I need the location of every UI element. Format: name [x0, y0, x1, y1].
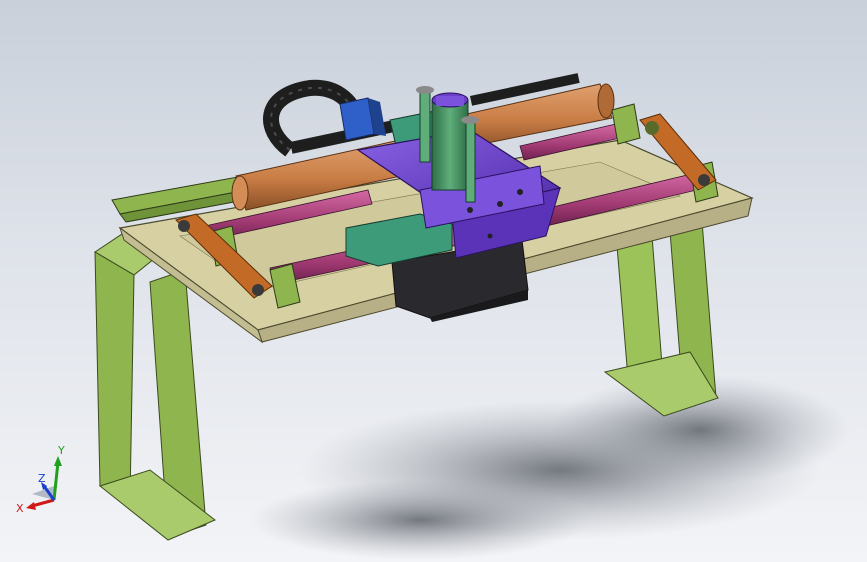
- chain-mount-bracket[interactable]: [339, 97, 386, 141]
- coordinate-triad: Y Z X: [16, 444, 65, 515]
- floor-shadow: [250, 375, 850, 560]
- x-axis-label: X: [16, 502, 24, 515]
- y-axis-label: Y: [57, 444, 65, 457]
- gantry-assembly-model[interactable]: [0, 0, 867, 562]
- y-axis-arrow: [52, 461, 60, 501]
- x-axis-arrow: [31, 498, 55, 508]
- cad-viewport[interactable]: Y Z X: [0, 0, 867, 562]
- z-axis-label: Z: [38, 472, 46, 485]
